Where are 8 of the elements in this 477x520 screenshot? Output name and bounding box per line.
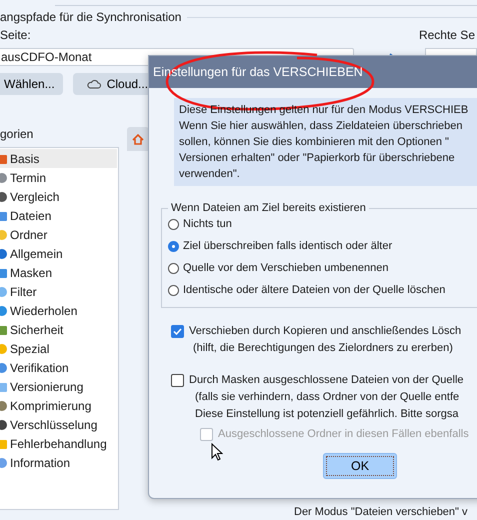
option-note: (hilft, die Berechtigungen des Zielordners zu ererben) — [193, 341, 454, 356]
left-side-label: Seite: — [0, 28, 31, 44]
section-title: angspfade für die Synchronisation — [0, 10, 182, 24]
categories-heading: gorien — [0, 127, 34, 141]
option-note: (falls sie verhindern, dass Ordner von der Quelle entfe Diese Einstellung ist potenziell gefährlich. Bitte sorgsa — [195, 390, 460, 422]
right-side-label: Rechte Se — [418, 28, 475, 44]
group-title: Wenn Dateien am Ziel bereits existieren — [168, 202, 369, 214]
mode-description: Der Modus "Dateien verschieben" v — [294, 506, 468, 518]
